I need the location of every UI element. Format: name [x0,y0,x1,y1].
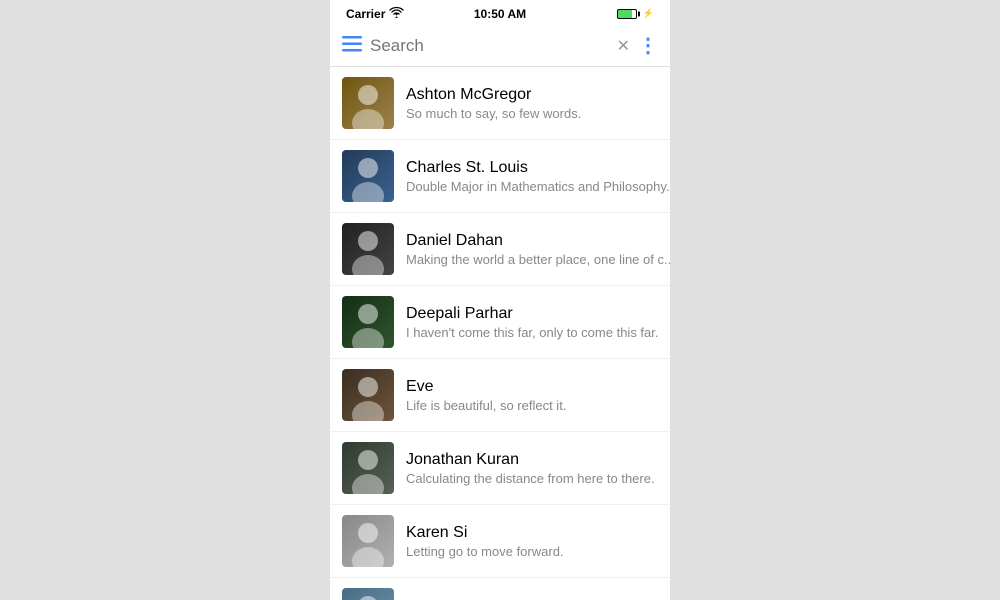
wifi-icon [389,6,404,21]
status-bar: Carrier 10:50 AM ⚡ [330,0,670,25]
contact-bio: Life is beautiful, so reflect it. [406,398,658,413]
avatar [342,442,394,494]
list-item[interactable]: Ashton McGregor So much to say, so few wo… [330,67,670,140]
list-item[interactable]: Charles St. Louis Double Major in Mathema… [330,140,670,213]
contact-info: Charles St. Louis Double Major in Mathema… [406,159,670,194]
contact-name: Charles St. Louis [406,159,670,177]
avatar [342,77,394,129]
contact-bio: I haven't come this far, only to come th… [406,325,659,340]
contact-info: Deepali Parhar I haven't come this far, o… [406,305,659,340]
avatar [342,588,394,600]
search-bar: ✕ ⋮ [330,25,670,67]
list-item[interactable]: Jonathan Kuran Calculating the distance f… [330,432,670,505]
list-item[interactable]: Deepali Parhar I haven't come this far, o… [330,286,670,359]
contact-name: Karen Si [406,524,658,542]
contact-info: Daniel Dahan Making the world a better pl… [406,232,670,267]
close-icon[interactable]: ✕ [617,36,630,56]
contact-name: Daniel Dahan [406,232,670,250]
search-input[interactable] [370,36,609,56]
hamburger-icon[interactable] [342,36,362,55]
phone-frame: Carrier 10:50 AM ⚡ [330,0,670,600]
contact-bio: Calculating the distance from here to th… [406,471,658,486]
contact-info: Ashton McGregor So much to say, so few wo… [406,86,658,121]
status-bar-left: Carrier [346,6,404,21]
contact-name: Deepali Parhar [406,305,659,323]
avatar [342,150,394,202]
contact-name: Jonathan Kuran [406,451,658,469]
avatar [342,223,394,275]
list-item[interactable]: Karen Si Letting go to move forward. [330,505,670,578]
contact-bio: Double Major in Mathematics and Philosop… [406,179,670,194]
more-options-icon[interactable]: ⋮ [638,33,658,58]
contact-info: Karen Si Letting go to move forward. [406,524,658,559]
battery-icon [617,9,637,19]
contact-name: Ashton McGregor [406,86,658,104]
status-bar-right: ⚡ [617,8,654,19]
charging-bolt: ⚡ [643,8,654,19]
battery-fill [618,10,632,18]
contact-info: Eve Life is beautiful, so reflect it. [406,378,658,413]
list-item[interactable]: Kelly Martin [330,578,670,600]
avatar [342,296,394,348]
contacts-list: Ashton McGregor So much to say, so few wo… [330,67,670,600]
contact-info: Jonathan Kuran Calculating the distance f… [406,451,658,486]
contact-bio: Making the world a better place, one lin… [406,252,670,267]
avatar [342,515,394,567]
time-display: 10:50 AM [474,7,526,21]
contact-bio: Letting go to move forward. [406,544,658,559]
avatar [342,369,394,421]
list-item[interactable]: Daniel Dahan Making the world a better pl… [330,213,670,286]
contact-name: Eve [406,378,658,396]
contact-bio: So much to say, so few words. [406,106,658,121]
list-item[interactable]: Eve Life is beautiful, so reflect it. [330,359,670,432]
carrier-label: Carrier [346,7,385,21]
